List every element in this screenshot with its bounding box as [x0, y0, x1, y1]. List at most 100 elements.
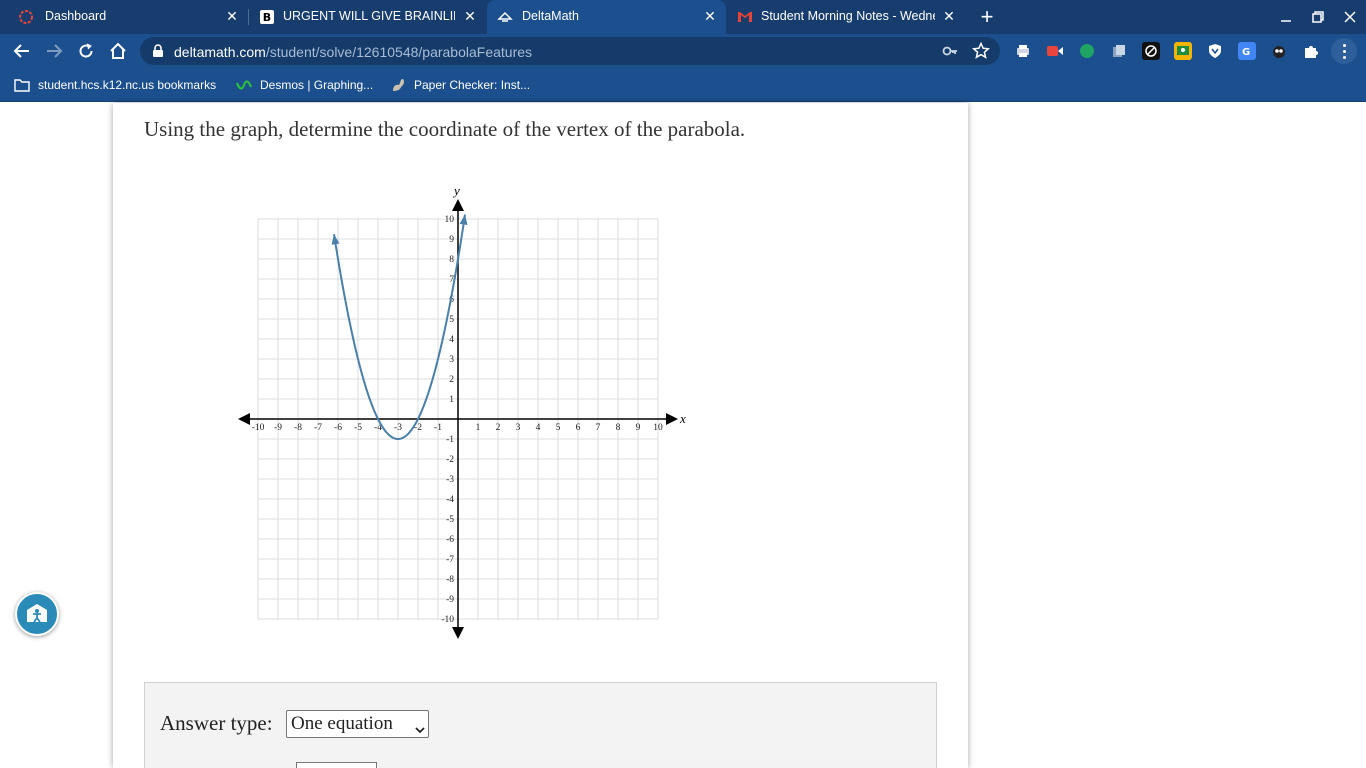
y-axis-arrow-up [452, 199, 464, 211]
reload-icon[interactable] [74, 39, 98, 63]
y-tick-label: -3 [446, 475, 454, 485]
question-text: Using the graph, determine the coordinat… [144, 117, 746, 141]
close-tab-icon[interactable]: ✕ [462, 8, 478, 24]
desmos-icon [236, 77, 252, 93]
x-tick-label: -3 [394, 423, 402, 433]
minimize-icon[interactable] [1274, 5, 1298, 29]
tab-title: DeltaMath [522, 9, 579, 23]
y-tick-label: -2 [446, 455, 454, 465]
close-tab-icon[interactable]: ✕ [702, 8, 718, 24]
y-tick-label: 2 [449, 375, 454, 385]
x-tick-label: -8 [294, 423, 302, 433]
squirrel-icon [390, 77, 406, 93]
tab-strip: Dashboard ✕ B URGENT WILL GIVE BRAINLIES… [0, 0, 1366, 34]
x-tick-label: -9 [274, 423, 282, 433]
back-icon[interactable] [10, 39, 34, 63]
x-tick-label: 5 [556, 423, 561, 433]
brainly-icon: B [259, 9, 275, 25]
x-tick-label: 4 [536, 423, 541, 433]
y-tick-label: -1 [446, 435, 454, 445]
y-tick-label: 3 [449, 355, 454, 365]
svg-text:G: G [1242, 47, 1250, 58]
shield-extension-icon[interactable] [1206, 42, 1224, 60]
printer-extension-icon[interactable] [1014, 42, 1032, 60]
answer-input[interactable] [296, 762, 377, 768]
tab-deltamath[interactable]: DeltaMath ✕ [487, 0, 726, 34]
classroom-extension-icon[interactable] [1174, 42, 1192, 60]
new-tab-button[interactable]: + [976, 6, 998, 28]
owl-extension-icon[interactable] [1270, 42, 1288, 60]
forward-icon[interactable] [42, 39, 66, 63]
x-tick-label: -6 [334, 423, 342, 433]
copy-extension-icon[interactable] [1110, 42, 1128, 60]
x-tick-label: 6 [576, 423, 581, 433]
x-axis-label: x [679, 411, 686, 426]
deltamath-icon [497, 9, 513, 25]
browser-toolbar: deltamath.com/student/solve/12610548/par… [0, 34, 1366, 68]
browser-menu-icon[interactable] [1331, 38, 1357, 64]
bookmark-desmos[interactable]: Desmos | Graphing... [236, 76, 373, 94]
screencast-extension-icon[interactable] [1046, 42, 1064, 60]
bookmark-label: Desmos | Graphing... [260, 78, 374, 92]
y-tick-label: 8 [449, 255, 454, 265]
y-tick-label: 10 [445, 215, 455, 225]
y-tick-label: -10 [441, 615, 454, 625]
y-tick-label: -7 [446, 555, 454, 565]
y-tick-label: -5 [446, 515, 454, 525]
y-tick-label: 5 [449, 315, 454, 325]
close-window-icon[interactable] [1338, 5, 1362, 29]
ring-icon [18, 9, 34, 25]
x-tick-label: -1 [434, 423, 442, 433]
x-tick-label: 1 [476, 423, 481, 433]
tab-brainly[interactable]: B URGENT WILL GIVE BRAINLIEST ✕ [249, 0, 486, 34]
url-text: deltamath.com/student/solve/12610548/par… [174, 44, 532, 60]
tab-gmail[interactable]: Student Morning Notes - Wednes ✕ [727, 0, 965, 34]
x-tick-label: -5 [354, 423, 362, 433]
parabola-curve [333, 214, 466, 440]
bookmark-folder[interactable]: student.hcs.k12.nc.us bookmarks [14, 76, 216, 94]
y-tick-label: -4 [446, 495, 454, 505]
tab-title: URGENT WILL GIVE BRAINLIEST [283, 9, 455, 23]
lock-icon [152, 44, 164, 63]
help-button[interactable] [15, 592, 59, 636]
url-domain: deltamath.com [174, 44, 266, 60]
y-axis-arrow-down [452, 627, 464, 639]
gmail-icon [737, 9, 753, 25]
url-path: /student/solve/12610548/parabolaFeatures [265, 44, 533, 60]
close-tab-icon[interactable]: ✕ [224, 8, 240, 24]
bookmark-star-icon[interactable] [971, 41, 991, 65]
y-tick-label: 1 [449, 395, 454, 405]
x-tick-label: 7 [596, 423, 601, 433]
restore-icon[interactable] [1306, 5, 1330, 29]
page-content: Using the graph, determine the coordinat… [0, 103, 1366, 768]
bookmark-label: Paper Checker: Inst... [414, 78, 531, 92]
bookmark-paper-checker[interactable]: Paper Checker: Inst... [390, 76, 530, 94]
green-dot-extension-icon[interactable] [1078, 42, 1096, 60]
y-tick-label: 9 [449, 235, 454, 245]
tab-dashboard[interactable]: Dashboard ✕ [0, 0, 248, 34]
answer-type-select[interactable]: One equation [286, 710, 429, 738]
x-tick-label: 10 [653, 423, 663, 433]
answer-panel: Answer type: One equation [144, 682, 937, 768]
y-tick-label: -9 [446, 595, 454, 605]
bookmarks-bar: student.hcs.k12.nc.us bookmarks Desmos |… [0, 68, 1366, 102]
chevron-down-icon [415, 719, 425, 741]
folder-icon [14, 77, 30, 93]
translate-extension-icon[interactable]: G [1238, 42, 1256, 60]
close-tab-icon[interactable]: ✕ [941, 8, 957, 24]
y-axis-label: y [452, 183, 460, 198]
dark-extension-icon[interactable] [1142, 42, 1160, 60]
answer-type-label: Answer type: [160, 711, 273, 735]
y-tick-label: -8 [446, 575, 454, 585]
bookmark-label: student.hcs.k12.nc.us bookmarks [38, 78, 217, 92]
home-icon[interactable] [106, 39, 130, 63]
address-bar[interactable]: deltamath.com/student/solve/12610548/par… [140, 37, 1000, 65]
tab-title: Student Morning Notes - Wednes [761, 9, 935, 23]
puzzle-extensions-icon[interactable] [1302, 42, 1320, 60]
key-icon[interactable] [942, 43, 958, 64]
x-axis-arrow-left [238, 413, 250, 425]
x-tick-label: 3 [516, 423, 521, 433]
x-axis-arrow-right [666, 413, 678, 425]
parabola-graph: xy-10 -9 -8 -7 -6 -5 -4 -3 -2 -1 1 2 3 4 5 6 7 8 9 10109876… [238, 183, 686, 639]
y-tick-label: -6 [446, 535, 454, 545]
